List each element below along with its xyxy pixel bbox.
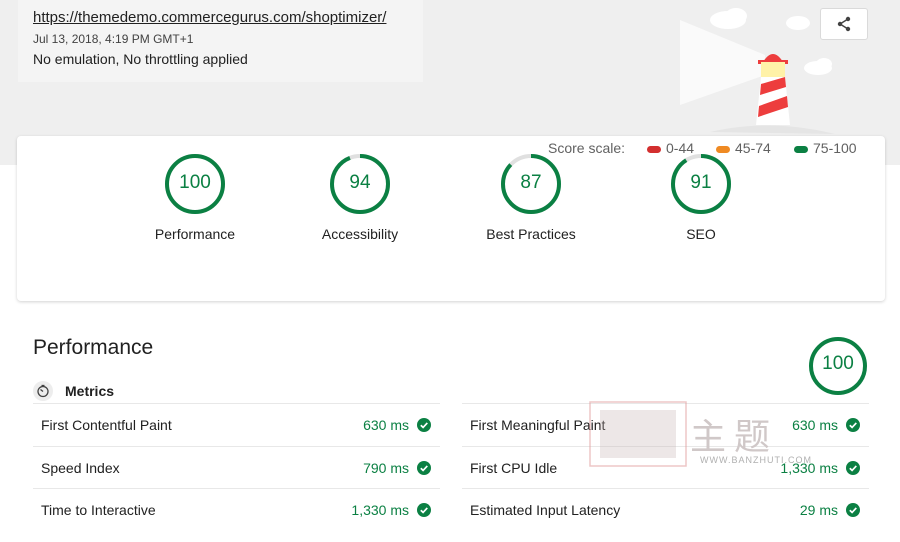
metric-row: Estimated Input Latency 29 ms xyxy=(462,488,869,530)
report-date: Jul 13, 2018, 4:19 PM GMT+1 xyxy=(33,32,194,46)
metric-name: Time to Interactive xyxy=(41,501,156,518)
score-gauge-best-practices[interactable]: 87 Best Practices xyxy=(456,152,606,242)
performance-score-value: 100 xyxy=(822,353,854,374)
metric-name: Estimated Input Latency xyxy=(470,501,621,518)
scale-pill-pass xyxy=(794,146,808,153)
metric-value: 29 ms xyxy=(799,501,838,518)
metric-value: 1,330 ms xyxy=(351,501,409,518)
score-label: Accessibility xyxy=(321,226,399,242)
score-gauge-performance[interactable]: 100 Performance xyxy=(120,152,270,242)
score-gauge-seo[interactable]: 91 SEO xyxy=(626,152,776,242)
metrics-header: Metrics xyxy=(33,380,114,402)
check-icon xyxy=(417,502,431,517)
metrics-label: Metrics xyxy=(65,383,115,399)
check-icon xyxy=(417,460,431,475)
check-icon xyxy=(846,460,860,475)
check-icon xyxy=(846,502,860,517)
metric-name: Speed Index xyxy=(41,459,120,476)
score-label: Best Practices xyxy=(486,226,576,242)
watermark-url: WWW.BANZHUTI.COM xyxy=(700,455,812,465)
watermark-chinese-text: 主题 xyxy=(690,417,779,458)
score-gauge-accessibility[interactable]: 94 Accessibility xyxy=(285,152,435,242)
check-icon xyxy=(417,417,431,432)
metric-value: 790 ms xyxy=(363,459,409,476)
scale-range-average: 45-74 xyxy=(735,140,771,156)
metric-row: Time to Interactive 1,330 ms xyxy=(33,488,440,530)
timer-icon xyxy=(33,381,53,401)
scale-range-fail: 0-44 xyxy=(666,140,695,156)
metric-row: First Contentful Paint 630 ms xyxy=(33,403,440,445)
emulation-status: No emulation, No throttling applied xyxy=(33,51,248,67)
lighthouse-illustration xyxy=(680,8,835,134)
check-icon xyxy=(846,417,860,432)
score-value: 91 xyxy=(690,172,712,193)
score-label: SEO xyxy=(686,226,716,242)
score-value: 100 xyxy=(179,172,211,193)
scale-range-pass: 75-100 xyxy=(813,140,857,156)
metric-row: Speed Index 790 ms xyxy=(33,446,440,488)
performance-score-gauge: 100 xyxy=(808,336,868,396)
metric-value: 630 ms xyxy=(363,416,409,433)
metric-name: First Contentful Paint xyxy=(41,416,172,433)
scale-pill-fail xyxy=(647,146,661,153)
score-scale-label: Score scale: xyxy=(548,140,626,156)
performance-section-title: Performance xyxy=(33,336,154,359)
scale-pill-average xyxy=(716,146,730,153)
score-value: 94 xyxy=(349,172,371,193)
score-label: Performance xyxy=(154,226,236,242)
score-value: 87 xyxy=(520,172,542,193)
report-url-link[interactable]: https://themedemo.commercegurus.com/shop… xyxy=(33,9,386,26)
